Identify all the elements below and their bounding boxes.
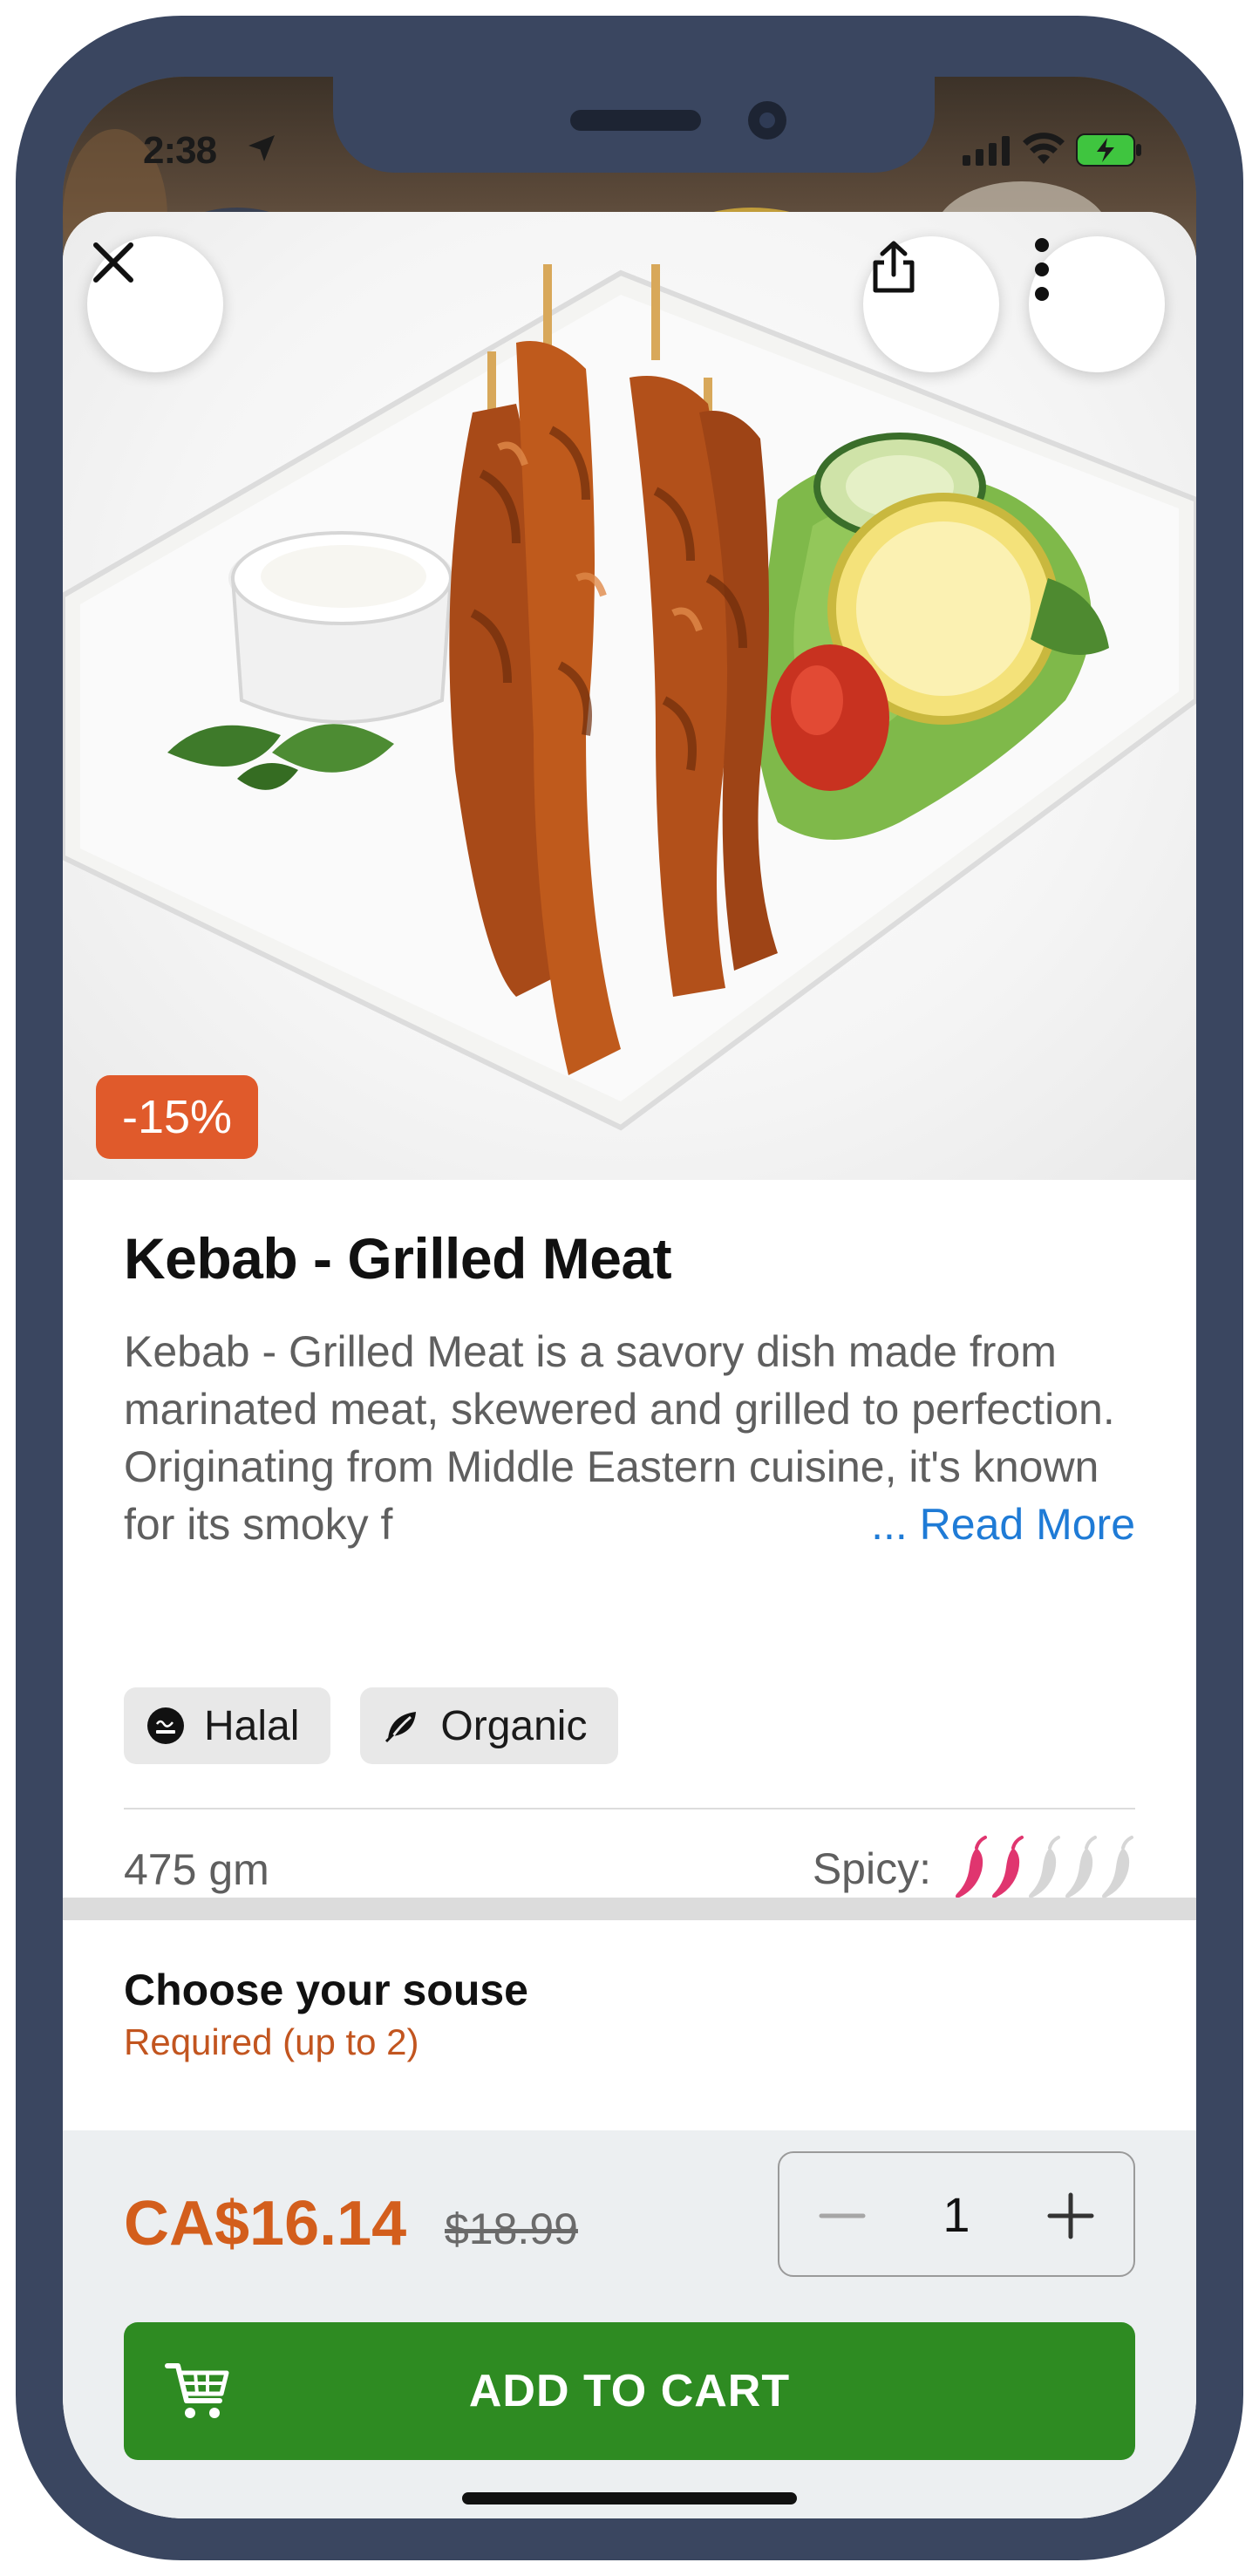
sauce-section-title: Choose your souse — [124, 1966, 528, 2014]
product-title: Kebab - Grilled Meat — [124, 1226, 672, 1291]
product-weight: 475 gm — [124, 1845, 269, 1894]
home-indicator[interactable] — [462, 2492, 797, 2504]
section-separator — [63, 1898, 1196, 1920]
pepper-icon — [1029, 1836, 1060, 1898]
increase-quantity-button[interactable] — [1043, 2188, 1099, 2244]
status-time: 2:38 — [143, 129, 217, 172]
pepper-icon — [992, 1836, 1024, 1898]
sauce-section-requirement: Required (up to 2) — [124, 2021, 419, 2062]
close-icon — [93, 242, 133, 283]
read-more-link[interactable]: ... Read More — [862, 1496, 1135, 1553]
screen: 2:38 -15% Kebab - Grilled Meat Kebab - G… — [63, 77, 1196, 2518]
add-to-cart-label: ADD TO CART — [468, 2366, 791, 2416]
pepper-icon — [956, 1836, 987, 1898]
more-vertical-icon — [1035, 238, 1049, 301]
pepper-icon — [1065, 1836, 1097, 1898]
product-description: Kebab - Grilled Meat is a savory dish ma… — [124, 1323, 1135, 1553]
kebab-plate-illustration — [63, 264, 1196, 1131]
battery-charging-icon — [1076, 133, 1141, 167]
notch — [333, 77, 935, 173]
spicy-peppers — [952, 1836, 1135, 1902]
earpiece-speaker — [570, 110, 701, 131]
current-price: CA$16.14 — [124, 2189, 407, 2259]
share-button[interactable] — [863, 236, 999, 372]
tag-halal: Halal — [124, 1687, 331, 1764]
dietary-tags: Halal Organic — [124, 1687, 619, 1764]
product-image: -15% — [63, 212, 1196, 1180]
close-button[interactable] — [87, 236, 223, 372]
tag-organic: Organic — [360, 1687, 619, 1764]
product-sheet: -15% Kebab - Grilled Meat Kebab - Grille… — [63, 212, 1196, 2518]
quantity-stepper: 1 — [778, 2151, 1135, 2277]
share-icon — [873, 241, 915, 293]
wifi-icon — [1023, 133, 1065, 164]
pepper-icon — [1102, 1836, 1133, 1898]
cellular-signal-icon — [963, 136, 1010, 166]
tag-label: Organic — [440, 1702, 588, 1749]
tag-label: Halal — [204, 1702, 300, 1749]
more-options-button[interactable] — [1029, 236, 1165, 372]
checkout-bar: CA$16.14 $18.99 1 ADD TO CART — [63, 2130, 1196, 2518]
discount-badge: -15% — [96, 1075, 259, 1159]
front-camera — [748, 101, 786, 140]
spicy-label: Spicy: — [812, 1844, 931, 1893]
location-arrow-icon — [248, 135, 275, 161]
phone-frame: 2:38 -15% Kebab - Grilled Meat Kebab - G… — [16, 16, 1243, 2560]
halal-icon — [147, 1707, 184, 1744]
add-to-cart-button[interactable]: ADD TO CART — [124, 2322, 1135, 2460]
original-price: $18.99 — [445, 2205, 578, 2253]
leaf-icon — [385, 1712, 417, 1743]
divider — [124, 1808, 1135, 1809]
spicy-rating: Spicy: — [813, 1836, 1135, 1902]
